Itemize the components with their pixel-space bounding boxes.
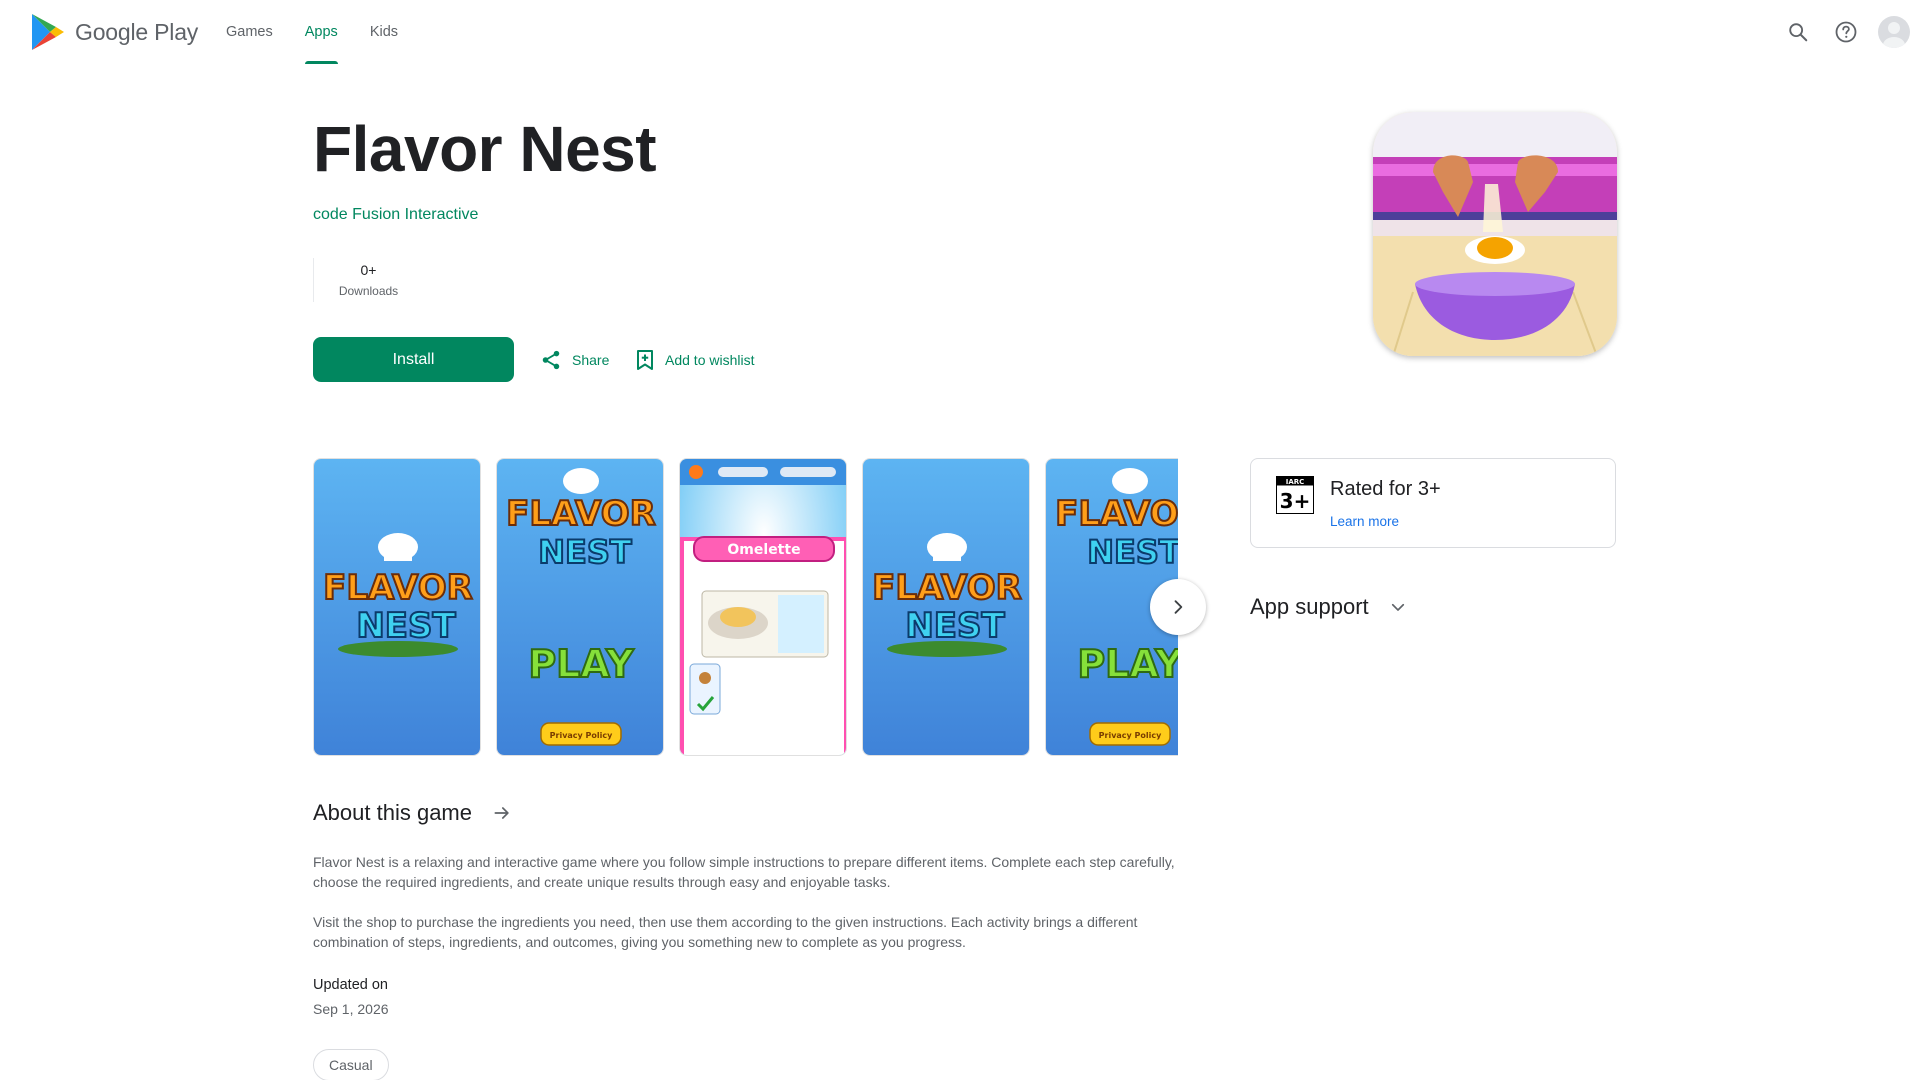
about-section-header[interactable]: About this game xyxy=(313,800,512,826)
downloads-label: Downloads xyxy=(338,284,399,298)
app-title: Flavor Nest xyxy=(313,113,657,185)
screenshot-title-flavor: FLAVOR xyxy=(323,568,473,608)
play-logo-icon xyxy=(32,14,64,50)
downloads-value: 0+ xyxy=(360,262,377,278)
privacy-label: Privacy Policy xyxy=(1099,731,1162,740)
screenshot-title-nest: NEST xyxy=(356,606,456,646)
logo-text: Google Play xyxy=(75,18,199,45)
screenshot-3[interactable]: Omelette xyxy=(679,458,847,756)
iarc-rating-icon: IARC 3+ xyxy=(1276,476,1314,514)
nav-games[interactable]: Games xyxy=(210,0,289,64)
nav-apps[interactable]: Apps xyxy=(289,0,354,64)
help-icon[interactable] xyxy=(1830,16,1862,48)
screenshot-1[interactable]: FLAVOR NEST xyxy=(313,458,481,756)
app-support-label: App support xyxy=(1250,594,1369,619)
screenshot-title-nest: NEST xyxy=(1087,533,1178,571)
screenshot-4[interactable]: FLAVOR NEST xyxy=(862,458,1030,756)
screenshot-2[interactable]: FLAVOR NEST PLAY Privacy Policy xyxy=(496,458,664,756)
arrow-forward-icon xyxy=(494,807,509,819)
category-chip[interactable]: Casual xyxy=(313,1049,389,1080)
rating-badge-text: 3+ xyxy=(1280,489,1311,513)
wishlist-button[interactable]: Add to wishlist xyxy=(635,347,754,373)
updated-label: Updated on xyxy=(313,977,388,993)
app-support-toggle[interactable]: App support xyxy=(1250,591,1407,623)
bookmark-add-icon xyxy=(637,350,653,370)
main-nav: Games Apps Kids xyxy=(210,0,414,64)
description-paragraph-1: Flavor Nest is a relaxing and interactiv… xyxy=(313,854,1175,890)
top-bar: Google Play Games Apps Kids xyxy=(0,0,1920,64)
rated-title: Rated for 3+ xyxy=(1330,478,1441,500)
carousel-next-button[interactable] xyxy=(1150,579,1206,635)
chevron-down-icon xyxy=(1391,603,1404,611)
install-button[interactable]: Install xyxy=(313,337,514,382)
content-rating-card: IARC 3+ Rated for 3+ Learn more xyxy=(1250,458,1616,548)
app-icon-image xyxy=(1373,112,1617,356)
learn-more-link[interactable]: Learn more xyxy=(1330,514,1399,529)
screenshot-title-nest: NEST xyxy=(905,606,1005,646)
about-heading: About this game xyxy=(313,800,472,825)
search-icon[interactable] xyxy=(1782,16,1814,48)
developer-link[interactable]: code Fusion Interactive xyxy=(313,206,478,224)
privacy-label: Privacy Policy xyxy=(550,731,613,740)
screenshot-title-nest: NEST xyxy=(538,533,632,571)
updated-value: Sep 1, 2026 xyxy=(313,1001,389,1017)
share-button[interactable]: Share xyxy=(540,347,609,373)
screenshot-title-flavor: FLAVOR xyxy=(1055,494,1178,534)
screenshot-title-flavor: FLAVOR xyxy=(506,494,656,534)
description-paragraph-2: Visit the shop to purchase the ingredien… xyxy=(313,914,1138,950)
downloads-stat: 0+ Downloads xyxy=(313,258,423,302)
screenshot-title-flavor: FLAVOR xyxy=(872,568,1022,608)
share-icon xyxy=(542,350,560,370)
screenshot-carousel[interactable]: FLAVOR NEST FLAVOR NEST PLAY Privacy Pol… xyxy=(313,458,1178,756)
chevron-right-icon xyxy=(1174,600,1183,614)
play-label: PLAY xyxy=(528,642,634,686)
omelette-banner: Omelette xyxy=(727,542,800,558)
share-label: Share xyxy=(572,352,610,368)
google-play-logo[interactable]: Google Play xyxy=(30,12,198,52)
wishlist-label: Add to wishlist xyxy=(665,352,755,368)
svg-text:IARC: IARC xyxy=(1286,478,1305,486)
person-icon xyxy=(1883,22,1905,48)
account-avatar[interactable] xyxy=(1878,16,1910,48)
play-label: PLAY xyxy=(1077,642,1178,686)
nav-kids[interactable]: Kids xyxy=(354,0,414,64)
